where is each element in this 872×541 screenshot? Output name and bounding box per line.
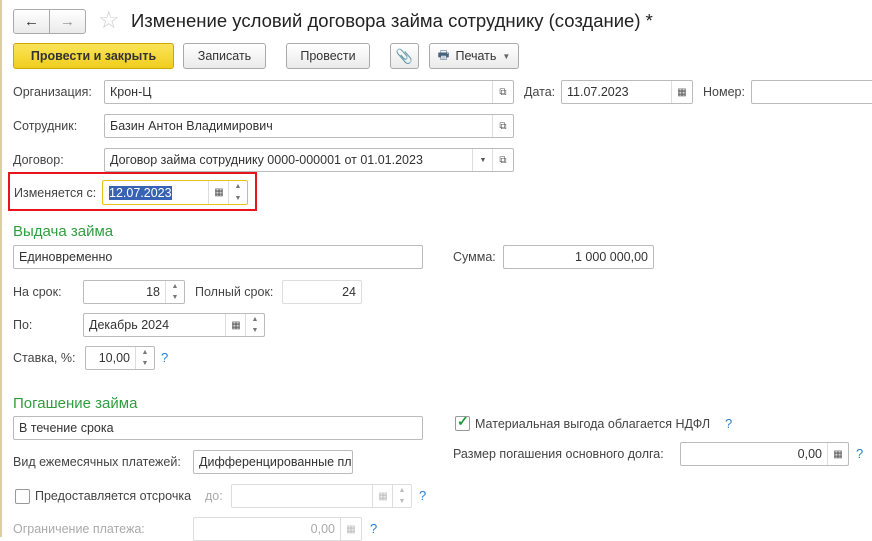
paperclip-icon: 📎: [395, 47, 414, 64]
deferral-to-label: до:: [205, 489, 223, 503]
printer-icon: 🖶: [437, 47, 450, 62]
open-icon[interactable]: ⧉: [492, 81, 513, 103]
changes-from-field[interactable]: 12.07.2023 ▦ ▲ ▼: [102, 180, 248, 205]
arrow-left-icon: ←: [24, 13, 39, 30]
contract-field[interactable]: Договор займа сотруднику 0000-000001 от …: [104, 148, 514, 172]
deferral-label: Предоставляется отсрочка: [35, 489, 192, 503]
full-term-field: 24: [282, 280, 362, 304]
save-button[interactable]: Записать: [183, 43, 266, 69]
dropdown-arrow-icon: ▼: [502, 51, 511, 61]
post-button[interactable]: Провести: [286, 43, 370, 69]
rate-value: 10,00: [98, 351, 130, 365]
calendar-icon[interactable]: ▦: [671, 81, 692, 103]
rate-field[interactable]: 10,00 ▲ ▼: [85, 346, 155, 370]
number-label: Номер:: [703, 85, 745, 99]
principal-label: Размер погашения основного долга:: [453, 447, 664, 461]
help-icon[interactable]: ?: [370, 521, 377, 536]
calculator-icon[interactable]: ▦: [827, 443, 848, 465]
sum-field[interactable]: 1 000 000,00: [503, 245, 654, 269]
monthly-field[interactable]: Дифференцированные пл: [193, 450, 353, 474]
until-label: По:: [13, 318, 33, 332]
post-and-close-button[interactable]: Провести и закрыть: [13, 43, 174, 69]
calendar-icon[interactable]: ▦: [225, 314, 246, 336]
deferral-to-field: ▦ ▲ ▼: [231, 484, 412, 508]
org-label: Организация:: [13, 85, 92, 99]
benefit-label: Материальная выгода облагается НДФЛ: [475, 417, 711, 431]
limit-field: 0,00 ▦: [193, 517, 362, 541]
limit-label: Ограничение платежа:: [13, 522, 145, 536]
spin-buttons[interactable]: ▲ ▼: [228, 181, 247, 204]
forward-button[interactable]: →: [49, 9, 86, 34]
repay-type-field[interactable]: В течение срока: [13, 416, 423, 440]
number-field[interactable]: [751, 80, 872, 104]
deferral-checkbox[interactable]: [15, 489, 30, 504]
attach-button[interactable]: 📎: [390, 43, 419, 69]
arrow-right-icon: →: [60, 13, 75, 30]
spin-buttons[interactable]: ▲ ▼: [165, 281, 184, 303]
benefit-checkbox[interactable]: ✓: [455, 413, 470, 431]
help-icon[interactable]: ?: [725, 416, 732, 431]
employee-value: Базин Антон Владимирович: [110, 119, 273, 133]
employee-field[interactable]: Базин Антон Владимирович ⧉: [104, 114, 514, 138]
term-field[interactable]: 18 ▲ ▼: [83, 280, 185, 304]
date-label: Дата:: [524, 85, 556, 99]
window-edge: [0, 0, 2, 537]
page-title: Изменение условий договора займа сотрудн…: [131, 10, 653, 31]
open-icon[interactable]: ⧉: [492, 115, 513, 137]
changes-from-label: Изменяется с:: [14, 186, 97, 200]
help-icon[interactable]: ?: [161, 350, 168, 365]
open-icon[interactable]: ⧉: [492, 149, 513, 171]
spin-buttons[interactable]: ▲ ▼: [135, 347, 154, 369]
spin-buttons: ▲ ▼: [392, 485, 411, 507]
monthly-label: Вид ежемесячных платежей:: [13, 455, 181, 469]
back-button[interactable]: ←: [13, 9, 50, 34]
print-label: Печать: [455, 49, 497, 63]
sum-label: Сумма:: [453, 250, 496, 264]
rate-label: Ставка, %:: [13, 351, 76, 365]
org-field[interactable]: Крон-Ц ⧉: [104, 80, 514, 104]
contract-value: Договор займа сотруднику 0000-000001 от …: [110, 153, 423, 167]
calendar-icon[interactable]: ▦: [208, 181, 229, 204]
until-field[interactable]: Декабрь 2024 ▦ ▲ ▼: [83, 313, 265, 337]
dropdown-arrow-icon[interactable]: ▼: [472, 149, 493, 171]
help-icon[interactable]: ?: [856, 446, 863, 461]
print-button[interactable]: 🖶 Печать ▼: [429, 43, 519, 69]
spin-buttons[interactable]: ▲ ▼: [245, 314, 264, 336]
term-label: На срок:: [13, 285, 62, 299]
employee-label: Сотрудник:: [13, 119, 78, 133]
contract-label: Договор:: [13, 153, 64, 167]
principal-value: 0,00: [797, 447, 822, 461]
date-value: 11.07.2023: [567, 85, 629, 99]
star-icon[interactable]: ☆: [98, 6, 120, 35]
calendar-icon: ▦: [372, 485, 393, 507]
issue-heading: Выдача займа: [13, 223, 114, 240]
help-icon[interactable]: ?: [419, 488, 426, 503]
issue-type-field[interactable]: Единовременно: [13, 245, 423, 269]
org-value: Крон-Ц: [110, 85, 152, 99]
limit-value: 0,00: [310, 522, 335, 536]
full-term-label: Полный срок:: [195, 285, 274, 299]
principal-field[interactable]: 0,00 ▦: [680, 442, 849, 466]
term-value: 18: [146, 285, 160, 299]
repay-heading: Погашение займа: [13, 395, 138, 412]
date-field[interactable]: 11.07.2023 ▦: [561, 80, 693, 104]
checkmark-icon: ✓: [457, 413, 469, 429]
until-value: Декабрь 2024: [89, 318, 170, 332]
changes-from-value: 12.07.2023: [109, 185, 172, 200]
